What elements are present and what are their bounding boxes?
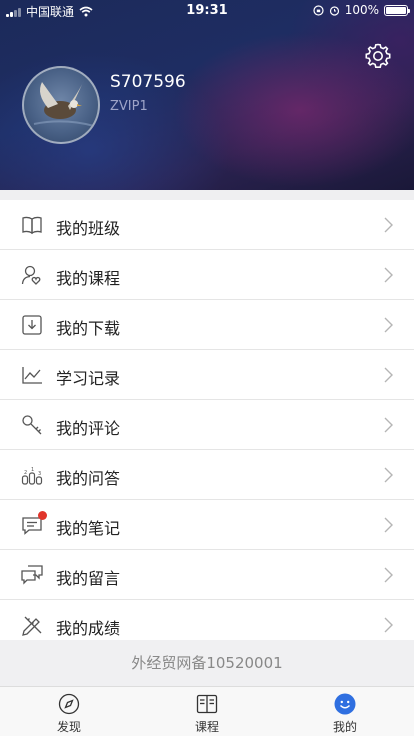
profile-menu: 我的班级 我的课程 我的下载 学习记录 我的评论 213 我的问答 我的笔记 我… bbox=[0, 200, 414, 650]
menu-item-my-comments[interactable]: 我的评论 bbox=[0, 400, 414, 450]
svg-text:2: 2 bbox=[24, 470, 27, 476]
chevron-right-icon bbox=[384, 517, 393, 533]
menu-item-label: 我的留言 bbox=[56, 569, 121, 588]
icp-record-note: 外经贸网备10520001 bbox=[0, 640, 414, 686]
tab-label: 课程 bbox=[194, 720, 219, 734]
menu-item-label: 我的笔记 bbox=[56, 519, 121, 538]
username: S707596 bbox=[110, 72, 186, 92]
avatar-bird-image bbox=[33, 80, 95, 127]
member-level: ZVIP1 bbox=[110, 99, 148, 114]
menu-item-label: 我的下载 bbox=[56, 319, 121, 338]
tab-bar: 发现 课程 我的 bbox=[0, 686, 414, 736]
chevron-right-icon bbox=[384, 617, 393, 633]
chevron-right-icon bbox=[384, 217, 393, 233]
menu-item-my-qa[interactable]: 213 我的问答 bbox=[0, 450, 414, 500]
profile-header: 中国联通 19:31 100% S707596 ZVIP1 bbox=[0, 0, 414, 190]
menu-item-label: 我的问答 bbox=[56, 469, 121, 488]
menu-item-my-downloads[interactable]: 我的下载 bbox=[0, 300, 414, 350]
chevron-right-icon bbox=[384, 417, 393, 433]
chevron-right-icon bbox=[384, 467, 393, 483]
wifi-icon bbox=[79, 6, 93, 17]
settings-gear-icon[interactable] bbox=[364, 42, 392, 70]
user-heart-icon bbox=[21, 265, 41, 285]
svg-text:3: 3 bbox=[38, 471, 41, 477]
menu-item-my-messages[interactable]: 我的留言 bbox=[0, 550, 414, 600]
menu-item-label: 我的评论 bbox=[56, 419, 121, 438]
carrier-label: 中国联通 bbox=[26, 5, 75, 19]
alarm-icon bbox=[329, 5, 339, 16]
book-open-icon bbox=[22, 216, 42, 235]
compass-icon bbox=[58, 693, 80, 715]
chevron-right-icon bbox=[384, 317, 393, 333]
rotation-lock-icon bbox=[313, 4, 324, 16]
chevron-right-icon bbox=[384, 567, 393, 583]
tab-label: 我的 bbox=[332, 720, 357, 734]
menu-item-my-notes[interactable]: 我的笔记 bbox=[0, 500, 414, 550]
menu-item-label: 我的班级 bbox=[56, 219, 121, 238]
key-icon bbox=[22, 415, 42, 435]
battery-icon bbox=[384, 4, 410, 16]
tab-label: 发现 bbox=[56, 720, 81, 734]
menu-item-label: 我的成绩 bbox=[56, 619, 121, 638]
menu-item-label: 学习记录 bbox=[56, 369, 121, 388]
menu-item-my-class[interactable]: 我的班级 bbox=[0, 200, 414, 250]
battery-percent: 100% bbox=[344, 3, 379, 17]
smile-icon bbox=[334, 693, 356, 715]
svg-text:1: 1 bbox=[31, 467, 34, 473]
status-bar: 中国联通 19:31 100% bbox=[0, 0, 414, 22]
book-icon bbox=[196, 694, 218, 714]
tab-mine[interactable]: 我的 bbox=[276, 687, 414, 736]
menu-item-study-records[interactable]: 学习记录 bbox=[0, 350, 414, 400]
signal-icon bbox=[6, 7, 21, 17]
tab-courses[interactable]: 课程 bbox=[138, 687, 276, 736]
chevron-right-icon bbox=[384, 367, 393, 383]
messages-icon bbox=[21, 565, 43, 585]
notification-dot bbox=[38, 511, 47, 520]
menu-item-label: 我的课程 bbox=[56, 269, 121, 288]
ranking-icon: 2 13 bbox=[21, 467, 43, 485]
download-icon bbox=[22, 315, 42, 335]
menu-item-my-courses[interactable]: 我的课程 bbox=[0, 250, 414, 300]
tab-discover[interactable]: 发现 bbox=[0, 687, 138, 736]
pencil-ruler-icon bbox=[22, 616, 42, 636]
trend-chart-icon bbox=[22, 367, 42, 384]
chevron-right-icon bbox=[384, 267, 393, 283]
avatar[interactable] bbox=[22, 66, 100, 144]
